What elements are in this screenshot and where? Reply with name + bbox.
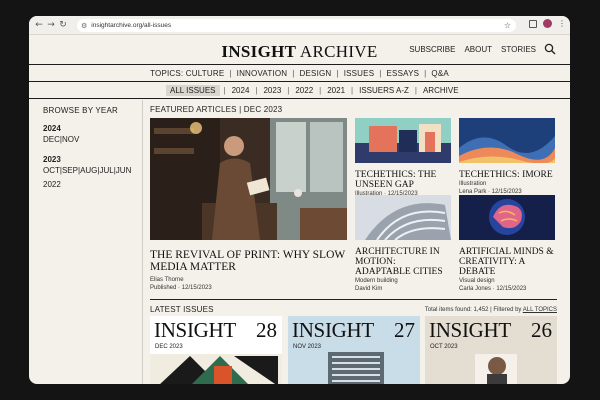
issue-title: INSIGHT — [292, 318, 374, 342]
browser-menu-icon[interactable]: ⋮ — [558, 19, 566, 28]
search-icon[interactable] — [544, 43, 556, 55]
filter-archive[interactable]: ARCHIVE — [421, 86, 461, 95]
latest-heading: LATEST ISSUES — [150, 305, 214, 314]
featured-article-main[interactable]: THE REVIVAL OF PRINT: WHY SLOW MEDIA MAT… — [150, 118, 347, 292]
issue-number: 26 — [531, 318, 552, 342]
sidebar-year-2022[interactable]: 2022 — [43, 180, 142, 189]
featured-card-image[interactable] — [459, 195, 555, 240]
issue-card[interactable]: INSIGHT 28 DEC 2023 — [150, 316, 282, 384]
main-content: FEATURED ARTICLES | DEC 2023 THE REVIVAL… — [150, 100, 557, 384]
back-icon[interactable]: ← — [33, 18, 45, 32]
month-link[interactable]: AUG — [80, 166, 97, 175]
topic-culture[interactable]: CULTURE — [186, 69, 225, 78]
featured-card-image[interactable] — [459, 118, 555, 164]
topic-essays[interactable]: ESSAYS — [387, 69, 420, 78]
featured-card-image[interactable] — [355, 195, 451, 241]
featured-card-title[interactable]: TECHETHICS: IMORE — [459, 170, 555, 180]
featured-card[interactable]: ARCHITECTURE IN MOTION: ADAPTABLE CITIES… — [355, 195, 451, 293]
issue-card[interactable]: INSIGHT 26 OCT 2023 — [425, 316, 557, 384]
side-panel-icon[interactable] — [529, 19, 537, 28]
browser-window: ← → ↻ ⚙ insightarchive.org/all-issues ☆ … — [29, 16, 570, 384]
filter-2023[interactable]: 2023 — [261, 86, 283, 95]
featured-heading: FEATURED ARTICLES | DEC 2023 — [150, 105, 283, 114]
topics-label: TOPICS: — [150, 68, 184, 78]
issue-date: NOV 2023 — [293, 344, 322, 350]
topic-qa[interactable]: Q&A — [431, 69, 449, 78]
sidebar-year-2024[interactable]: 2024 — [43, 124, 142, 133]
featured-main-author: Elias Thorne — [150, 277, 184, 283]
issue-title: INSIGHT — [154, 318, 236, 342]
featured-main-photo[interactable] — [150, 118, 347, 240]
topic-design[interactable]: DESIGN — [300, 69, 332, 78]
month-link[interactable]: JUN — [116, 166, 132, 175]
sidebar-months-2023: OCT|SEP|AUG|JUL|JUN — [43, 166, 132, 175]
profile-avatar[interactable] — [543, 19, 552, 28]
featured-card-title[interactable]: TECHETHICS: THE UNSEEN GAP — [355, 170, 451, 190]
month-link[interactable]: JUL — [99, 166, 113, 175]
featured-card[interactable]: TECHETHICS: IMORE Illustration Lena Park… — [459, 118, 555, 196]
bookmark-star-icon[interactable]: ☆ — [504, 21, 511, 30]
featured-card-title[interactable]: ARTIFICIAL MINDS & CREATIVITY: A DEBATE — [459, 247, 555, 277]
topics-bar: TOPICS: CULTURE | INNOVATION | DESIGN | ISS… — [29, 65, 570, 82]
issue-title: INSIGHT — [429, 318, 511, 342]
featured-card-category: Modern building — [355, 278, 398, 284]
featured-main-title[interactable]: THE REVIVAL OF PRINT: WHY SLOW MEDIA MAT… — [150, 249, 347, 273]
featured-card-category: Visual design — [459, 278, 495, 284]
url-text: insightarchive.org/all-issues — [91, 22, 172, 29]
month-link[interactable]: NOV — [62, 135, 79, 144]
sidebar: BROWSE BY YEAR 2024 DEC|NOV 2023 OCT|SEP… — [29, 100, 143, 384]
latest-summary-text: Total items found: 1,452 | Filtered by — [424, 306, 522, 313]
logo-archive: ARCHIVE — [299, 42, 378, 61]
issue-date: OCT 2023 — [430, 344, 458, 350]
filter-issuers-az[interactable]: ISSUERS A-Z — [357, 86, 411, 95]
topic-filter-link[interactable]: ALL TOPICS — [523, 307, 557, 313]
browser-toolbar: ← → ↻ ⚙ insightarchive.org/all-issues ☆ … — [29, 16, 570, 35]
topic-innovation[interactable]: INNOVATION — [237, 69, 288, 78]
sidebar-heading: BROWSE BY YEAR — [43, 106, 118, 115]
forward-icon[interactable]: → — [45, 18, 57, 32]
filter-all-issues[interactable]: ALL ISSUES — [166, 84, 220, 96]
nav-about[interactable]: ABOUT — [464, 45, 492, 54]
issue-card[interactable]: INSIGHT 27 NOV 2023 — [288, 316, 420, 384]
sidebar-months-2024: DEC|NOV — [43, 135, 80, 144]
reload-icon[interactable]: ↻ — [57, 18, 69, 32]
featured-card[interactable]: TECHETHICS: THE UNSEEN GAP Illustration … — [355, 118, 451, 198]
site-header: INSIGHT ARCHIVE SUBSCRIBE ABOUT STORIES — [29, 35, 570, 65]
latest-summary: Total items found: 1,452 | Filtered by A… — [425, 307, 557, 313]
featured-main-meta: Published · 12/15/2023 — [150, 285, 212, 291]
site-info-icon[interactable]: ⚙ — [81, 22, 87, 30]
featured-card-title[interactable]: ARCHITECTURE IN MOTION: ADAPTABLE CITIES — [355, 247, 451, 277]
issue-date: DEC 2023 — [155, 344, 183, 350]
sidebar-year-2023[interactable]: 2023 — [43, 155, 142, 164]
filter-2022[interactable]: 2022 — [293, 86, 315, 95]
topic-issues[interactable]: ISSUES — [344, 69, 375, 78]
issue-number: 27 — [394, 318, 415, 342]
filter-2024[interactable]: 2024 — [230, 86, 252, 95]
featured-card-category: Illustration — [459, 181, 487, 187]
featured-card-author: Carla Jones · 12/15/2023 — [459, 286, 527, 292]
month-link[interactable]: OCT — [43, 166, 60, 175]
featured-card-image[interactable] — [355, 118, 451, 163]
featured-card-author: David Kim — [355, 286, 383, 292]
top-nav: SUBSCRIBE ABOUT STORIES — [409, 45, 536, 54]
month-link[interactable]: DEC — [43, 135, 60, 144]
address-bar[interactable]: ⚙ insightarchive.org/all-issues ☆ — [77, 19, 516, 32]
latest-issues-header: LATEST ISSUES Total items found: 1,452 |… — [150, 299, 557, 314]
featured-card[interactable]: ARTIFICIAL MINDS & CREATIVITY: A DEBATE … — [459, 195, 555, 293]
filter-2021[interactable]: 2021 — [325, 86, 347, 95]
issue-number: 28 — [256, 318, 277, 342]
logo-insight: INSIGHT — [221, 42, 297, 61]
nav-subscribe[interactable]: SUBSCRIBE — [409, 45, 455, 54]
month-link[interactable]: SEP — [62, 166, 78, 175]
nav-stories[interactable]: STORIES — [501, 45, 536, 54]
issue-filter-bar: ALL ISSUES | 2024 | 2023 | 2022 | 2021 | ISSU… — [29, 82, 570, 99]
